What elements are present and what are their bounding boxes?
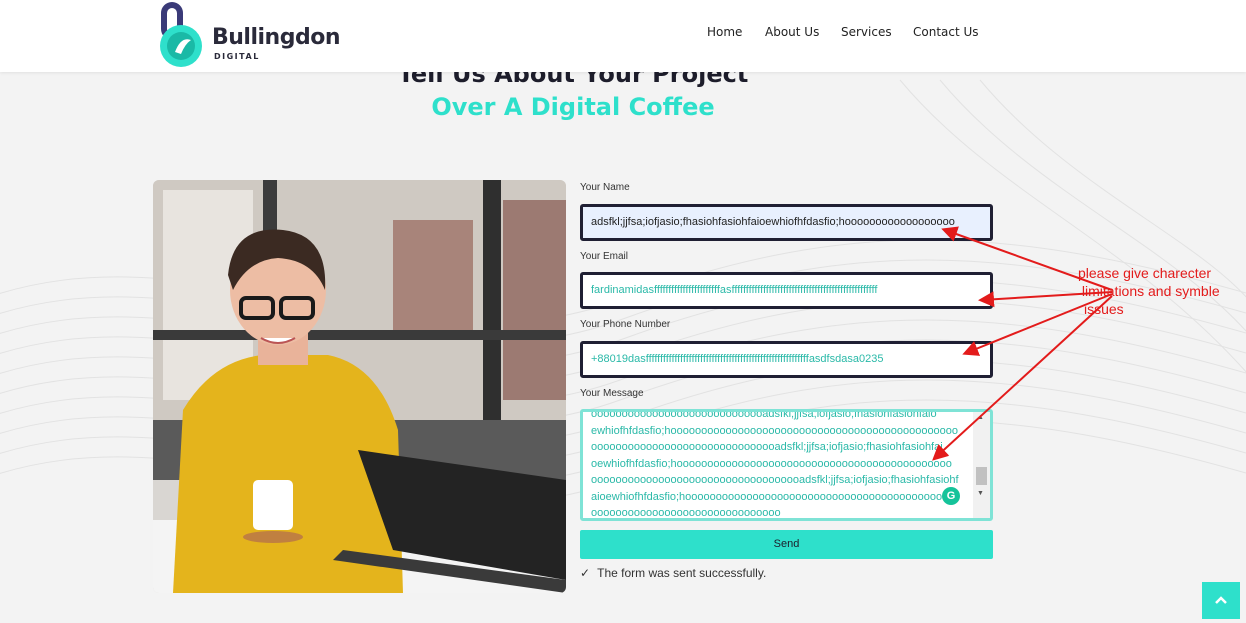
- name-input[interactable]: adsfkl;jjfsa;iofjasio;fhasiohfasiohfaioe…: [580, 204, 993, 241]
- message-scrollbar[interactable]: ▲ ▼: [973, 412, 990, 518]
- chevron-up-icon: [1215, 596, 1227, 604]
- annotation-note: please give charecter limitations and sy…: [1078, 264, 1246, 318]
- section-subheading: Over A Digital Coffee: [431, 93, 715, 121]
- annotation-line: issues: [1084, 301, 1124, 317]
- site-header: Bullingdon DIGITAL Home About Us Service…: [0, 0, 1246, 72]
- grammarly-icon[interactable]: G: [942, 487, 960, 505]
- scroll-up-icon[interactable]: ▲: [977, 414, 984, 421]
- checkmark-icon: ✓: [580, 566, 591, 580]
- back-to-top-button[interactable]: [1202, 582, 1240, 619]
- nav-contact-us[interactable]: Contact Us: [913, 25, 979, 39]
- annotation-line: please give charecter: [1078, 265, 1212, 281]
- message-textarea[interactable]: ooooooooooooooooooooooooooooadsfkl;jjfsa…: [580, 409, 993, 521]
- name-label: Your Name: [580, 182, 630, 193]
- scroll-thumb[interactable]: [976, 467, 987, 485]
- message-text: ooooooooooooooooooooooooooooadsfkl;jjfsa…: [591, 409, 959, 519]
- success-text: The form was sent successfully.: [597, 566, 767, 580]
- phone-input[interactable]: +88019dasfffffffffffffffffffffffffffffff…: [580, 341, 993, 378]
- phone-label: Your Phone Number: [580, 319, 671, 330]
- send-button[interactable]: Send: [580, 530, 993, 559]
- nav-about-us[interactable]: About Us: [765, 25, 819, 39]
- nav-home[interactable]: Home: [707, 25, 742, 39]
- scroll-down-icon[interactable]: ▼: [977, 490, 984, 497]
- success-message: ✓ The form was sent successfully.: [580, 566, 766, 580]
- main-nav: Home About Us Services Contact Us: [0, 25, 1246, 45]
- woman-with-laptop-photo: [153, 180, 566, 593]
- brand-subtitle: DIGITAL: [214, 52, 260, 61]
- email-input[interactable]: fardinamidasfffffffffffffffffffffffasfff…: [580, 272, 993, 309]
- nav-services[interactable]: Services: [841, 25, 892, 39]
- annotation-line: limitations and symble: [1078, 283, 1220, 299]
- message-label: Your Message: [580, 388, 644, 399]
- email-label: Your Email: [580, 251, 628, 262]
